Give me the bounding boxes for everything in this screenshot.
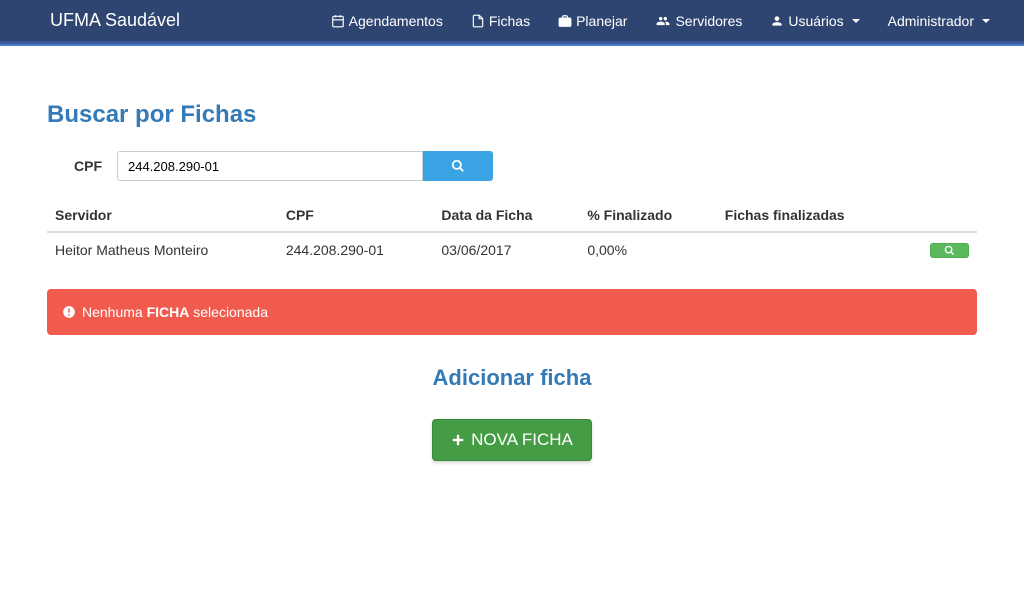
th-cpf: CPF (278, 199, 434, 232)
main-container: Buscar por Fichas CPF Servidor CPF Data … (32, 101, 992, 461)
search-icon (944, 245, 955, 256)
alert-prefix: Nenhuma (82, 304, 147, 320)
file-icon (471, 14, 485, 28)
users-icon (655, 14, 671, 28)
search-row: CPF (47, 151, 977, 181)
nav-label: Administrador (888, 13, 974, 29)
briefcase-icon (558, 14, 572, 28)
nav-usuarios[interactable]: Usuários (756, 1, 873, 41)
table-header-row: Servidor CPF Data da Ficha % Finalizado … (47, 199, 977, 232)
nav-label: Agendamentos (349, 13, 443, 29)
add-title: Adicionar ficha (47, 365, 977, 391)
row-view-button[interactable] (930, 243, 969, 258)
navbar: UFMA Saudável Agendamentos Fichas Planej… (0, 0, 1024, 44)
search-button[interactable] (423, 151, 493, 181)
nav-planejar[interactable]: Planejar (544, 1, 641, 41)
cell-pct: 0,00% (579, 232, 716, 267)
alert-no-selection: Nenhuma FICHA selecionada (47, 289, 977, 335)
cpf-input[interactable] (117, 151, 423, 181)
th-data: Data da Ficha (433, 199, 579, 232)
cell-servidor: Heitor Matheus Monteiro (47, 232, 278, 267)
calendar-icon (331, 14, 345, 28)
nav-fichas[interactable]: Fichas (457, 1, 544, 41)
navbar-brand[interactable]: UFMA Saudável (20, 0, 195, 41)
nav-servidores[interactable]: Servidores (641, 1, 756, 41)
navbar-accent-line (0, 44, 1024, 46)
user-icon (770, 14, 784, 28)
button-label: NOVA FICHA (471, 430, 573, 450)
th-servidor: Servidor (47, 199, 278, 232)
th-finalizadas: Fichas finalizadas (717, 199, 902, 232)
chevron-down-icon (982, 19, 990, 23)
cell-actions (902, 232, 977, 267)
nav-agendamentos[interactable]: Agendamentos (317, 1, 457, 41)
alert-suffix: selecionada (189, 304, 268, 320)
cell-finalizadas (717, 232, 902, 267)
th-pct: % Finalizado (579, 199, 716, 232)
alert-bold: FICHA (147, 304, 190, 320)
cell-cpf: 244.208.290-01 (278, 232, 434, 267)
cell-data: 03/06/2017 (433, 232, 579, 267)
nav-label: Usuários (788, 13, 843, 29)
th-actions (902, 199, 977, 232)
plus-icon (451, 433, 465, 447)
nav-label: Fichas (489, 13, 530, 29)
new-ficha-button[interactable]: NOVA FICHA (432, 419, 592, 461)
page-title: Buscar por Fichas (47, 101, 977, 129)
chevron-down-icon (852, 19, 860, 23)
navbar-nav: Agendamentos Fichas Planejar Servidores … (317, 1, 1004, 41)
add-section: Adicionar ficha NOVA FICHA (47, 365, 977, 461)
nav-administrador[interactable]: Administrador (874, 1, 1004, 41)
table-row: Heitor Matheus Monteiro 244.208.290-01 0… (47, 232, 977, 267)
results-table: Servidor CPF Data da Ficha % Finalizado … (47, 199, 977, 267)
nav-label: Planejar (576, 13, 627, 29)
nav-label: Servidores (675, 13, 742, 29)
search-label: CPF (47, 158, 117, 174)
alert-text: Nenhuma FICHA selecionada (82, 304, 268, 320)
warning-icon (62, 305, 76, 319)
search-icon (451, 159, 465, 173)
